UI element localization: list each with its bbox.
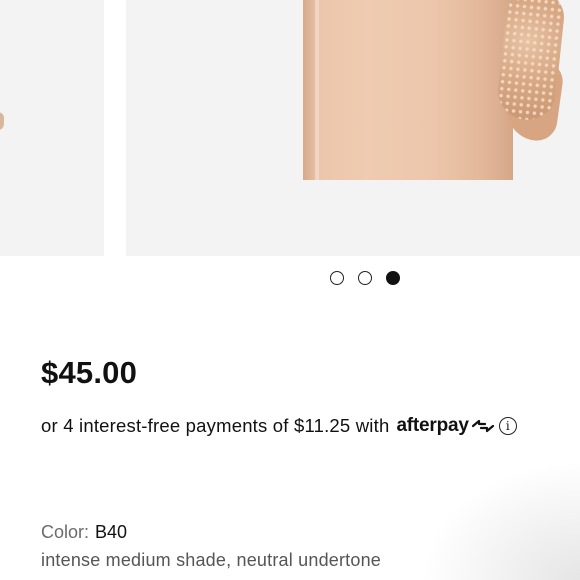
variant-color: Color: B40: [41, 522, 127, 543]
afterpay-badge[interactable]: afterpay: [396, 415, 494, 437]
carousel-dot-3-active[interactable]: [386, 271, 400, 285]
carousel-dot-2[interactable]: [358, 271, 372, 285]
product-tube-image: [303, 0, 513, 180]
installments-text: or 4 interest-free payments of $11.25 wi…: [41, 415, 390, 436]
afterpay-logo-icon: [471, 419, 494, 433]
product-image-carousel[interactable]: [0, 0, 580, 300]
afterpay-installments: or 4 interest-free payments of $11.25 wi…: [41, 415, 517, 437]
color-value: B40: [95, 522, 128, 542]
info-icon[interactable]: i: [498, 417, 517, 435]
carousel-pagination: [330, 271, 400, 285]
background-shadow: [420, 460, 580, 580]
carousel-slide-previous[interactable]: [0, 0, 104, 256]
color-label: Color:: [41, 522, 90, 542]
afterpay-wordmark: afterpay: [396, 415, 469, 436]
carousel-dot-1[interactable]: [330, 271, 344, 285]
shade-description: intense medium shade, neutral undertone: [41, 550, 382, 570]
carousel-slide-current[interactable]: [126, 0, 580, 256]
product-price: $45.00: [41, 355, 138, 390]
product-image-partial: [0, 112, 4, 130]
